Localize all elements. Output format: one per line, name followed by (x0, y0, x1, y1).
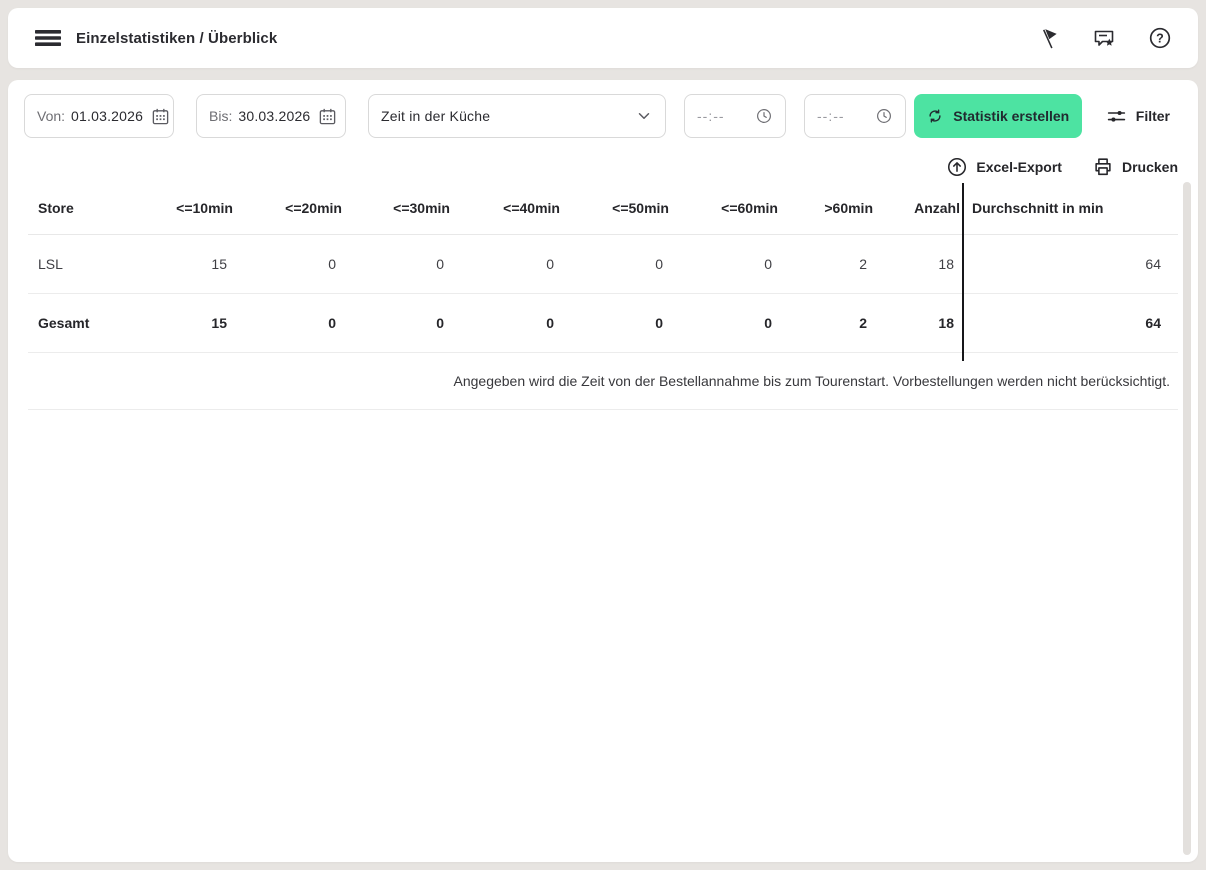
time-from-field[interactable] (684, 94, 786, 138)
clock-icon (875, 107, 893, 125)
vertical-scrollbar[interactable] (1183, 182, 1191, 855)
column-header-le60: <=60min (669, 182, 778, 235)
column-header-le30: <=30min (342, 182, 450, 235)
cell-le30: 0 (342, 293, 450, 353)
cell-le30: 0 (342, 234, 450, 294)
column-header-le50: <=50min (560, 182, 669, 235)
clock-icon (755, 107, 773, 125)
time-to-input[interactable] (817, 108, 865, 124)
create-statistic-button[interactable]: Statistik erstellen (913, 94, 1082, 138)
statistic-type-select[interactable]: Zeit in der Küche (368, 94, 666, 138)
average-column-divider (962, 183, 964, 361)
cell-anzahl: 18 (873, 234, 960, 294)
export-icon (946, 156, 968, 178)
date-to-value: 30.03.2026 (238, 108, 311, 124)
create-statistic-label: Statistik erstellen (953, 108, 1070, 124)
time-from-input[interactable] (697, 108, 745, 124)
sync-icon (926, 107, 944, 125)
date-from-label: Von: (37, 108, 66, 124)
date-from-field[interactable]: Von: 01.03.2026 (24, 94, 174, 138)
svg-text:?: ? (1156, 31, 1164, 45)
column-header-le20: <=20min (233, 182, 342, 235)
cell-durchschnitt: 64 (960, 293, 1178, 353)
excel-export-button[interactable]: Excel-Export (946, 156, 1062, 178)
main-panel: Von: 01.03.2026 Bis: 30.03.2026 Zeit in … (8, 80, 1198, 862)
cell-store: LSL (28, 234, 128, 294)
cell-le60: 0 (669, 234, 778, 294)
date-from-value: 01.03.2026 (71, 108, 144, 124)
column-header-gt60: >60min (778, 182, 873, 235)
cell-gt60: 2 (778, 234, 873, 294)
cell-gt60: 2 (778, 293, 873, 353)
column-header-durchschnitt: Durchschnitt in min (960, 182, 1178, 235)
table-row-gesamt: Gesamt 15 0 0 0 0 0 2 18 64 (28, 293, 1178, 353)
cell-le10: 15 (128, 293, 233, 353)
excel-export-label: Excel-Export (976, 159, 1062, 175)
cell-store: Gesamt (28, 293, 128, 353)
calendar-icon[interactable] (151, 107, 170, 126)
table-row-lsl: LSL 15 0 0 0 0 0 2 18 64 (28, 234, 1178, 294)
filter-button[interactable]: Filter (1106, 106, 1170, 127)
calendar-icon[interactable] (318, 107, 337, 126)
cell-le40: 0 (450, 234, 560, 294)
cell-durchschnitt: 64 (960, 234, 1178, 294)
cell-le10: 15 (128, 234, 233, 294)
cell-le50: 0 (560, 234, 669, 294)
date-to-label: Bis: (209, 108, 233, 124)
cell-anzahl: 18 (873, 293, 960, 353)
table-header-row: Store <=10min <=20min <=30min <=40min <=… (28, 182, 1178, 235)
cell-le20: 0 (233, 234, 342, 294)
column-header-anzahl: Anzahl (873, 182, 960, 235)
print-label: Drucken (1121, 159, 1178, 175)
column-header-store: Store (28, 182, 128, 235)
time-to-field[interactable] (804, 94, 906, 138)
top-bar: Einzelstatistiken / Überblick ? (8, 8, 1198, 68)
topbar-actions: ? (1036, 26, 1172, 50)
chevron-down-icon (635, 107, 653, 125)
help-icon[interactable]: ? (1148, 26, 1172, 50)
cell-le40: 0 (450, 293, 560, 353)
table-footnote-row: Angegeben wird die Zeit von der Bestella… (28, 352, 1178, 410)
cell-le50: 0 (560, 293, 669, 353)
statistic-type-value: Zeit in der Küche (381, 108, 491, 124)
table-actions: Excel-Export Drucken (8, 138, 1198, 182)
page-title: Einzelstatistiken / Überblick (76, 29, 278, 47)
table-footnote: Angegeben wird die Zeit von der Bestella… (28, 352, 1178, 410)
cell-le60: 0 (669, 293, 778, 353)
date-to-field[interactable]: Bis: 30.03.2026 (196, 94, 346, 138)
filter-bar: Von: 01.03.2026 Bis: 30.03.2026 Zeit in … (8, 80, 1198, 138)
print-button[interactable]: Drucken (1092, 156, 1178, 178)
filter-button-label: Filter (1135, 108, 1170, 124)
flag-icon[interactable] (1036, 26, 1060, 50)
statistics-table: Store <=10min <=20min <=30min <=40min <=… (28, 182, 1178, 410)
column-header-le10: <=10min (128, 182, 233, 235)
printer-icon (1092, 156, 1114, 178)
column-header-le40: <=40min (450, 182, 560, 235)
feedback-icon[interactable] (1092, 26, 1116, 50)
sliders-icon (1106, 106, 1127, 127)
cell-le20: 0 (233, 293, 342, 353)
menu-icon[interactable] (34, 26, 62, 50)
